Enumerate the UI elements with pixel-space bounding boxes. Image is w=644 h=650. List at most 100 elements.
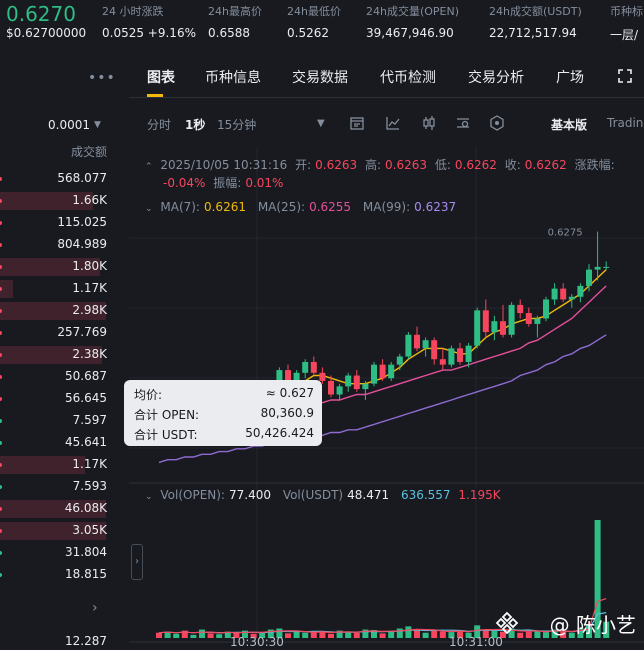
trade-row: 45.641 — [0, 432, 119, 452]
collapse-caret-icon[interactable]: ⌄ — [145, 492, 153, 502]
tradingview-toggle[interactable]: Tradin — [607, 116, 643, 130]
trade-amount: 257.769 — [57, 325, 107, 339]
volume-bar — [422, 632, 429, 638]
tab-coin-info[interactable]: 币种信息 — [205, 67, 261, 87]
trade-amount: 568.077 — [57, 171, 107, 185]
side-dot — [0, 419, 2, 423]
candlestick-icon[interactable] — [421, 115, 437, 131]
volume-bar — [396, 628, 403, 638]
settings-sliders-icon[interactable] — [455, 115, 471, 131]
trade-row: 257.769 — [0, 322, 119, 342]
trade-amount: 1.66K — [72, 193, 107, 207]
trade-amount: 3.05K — [72, 523, 107, 537]
tab-trade-data[interactable]: 交易数据 — [292, 67, 348, 87]
side-dot — [0, 551, 2, 555]
candle-body — [534, 318, 541, 324]
volume-bar — [439, 631, 446, 638]
trade-row: 115.025 — [0, 212, 119, 232]
interval-15m[interactable]: 15分钟 — [217, 116, 256, 133]
watermark-author: @ 陈小艺 — [549, 613, 636, 637]
candle-body — [388, 364, 395, 379]
candle-body — [353, 375, 360, 390]
basic-version-toggle[interactable]: 基本版 — [551, 116, 587, 133]
trade-amount: 50.687 — [65, 369, 107, 383]
candle-body — [568, 296, 575, 300]
chevron-down-icon[interactable]: ▼ — [94, 120, 101, 130]
trade-amount: 45.641 — [65, 435, 107, 449]
candle-body — [560, 288, 567, 300]
volume-bar — [190, 634, 197, 638]
volume-bar — [199, 629, 205, 638]
interval-1s[interactable]: 1秒 — [185, 116, 205, 133]
range-summary-tooltip: 均价: ≈ 0.627 合计 OPEN: 80,360.9 合计 USDT: 5… — [124, 380, 322, 446]
trade-row: 1.17K — [0, 454, 119, 474]
candle-body — [482, 310, 489, 333]
side-dot — [0, 573, 2, 577]
chevron-right-icon[interactable]: › — [92, 600, 98, 616]
candle-body — [319, 372, 326, 381]
tab-trade-analysis[interactable]: 交易分析 — [468, 67, 524, 87]
volume-bar — [207, 633, 214, 638]
candle-body — [586, 269, 592, 286]
candle-body — [525, 313, 532, 324]
candle-body — [500, 321, 506, 335]
expand-icon[interactable] — [617, 68, 633, 84]
indicator-icon[interactable] — [349, 115, 365, 131]
side-dot — [0, 243, 2, 247]
time-axis-label: 10:31:00 — [449, 635, 503, 649]
trade-row: 7.593 — [0, 476, 119, 496]
volume-bar — [319, 632, 326, 638]
candle-body — [336, 386, 343, 395]
chart-toolbar: 分时 1秒 15分钟 ▼ 基本版 Tradin — [129, 98, 644, 146]
volume-bar — [353, 632, 360, 638]
side-dot — [0, 221, 2, 225]
trades-panel: ••• 0.0001 ▼ 成交额 568.077 1.66K 115.025 804.… — [0, 56, 119, 650]
volume-bar — [216, 634, 223, 638]
tab-square[interactable]: 广场 — [556, 67, 584, 87]
trade-row: 1.66K — [0, 190, 119, 210]
trade-row: 1.17K — [0, 278, 119, 298]
trade-row: 1.80K — [0, 256, 119, 276]
ma-info: ⌄ MA(7): 0.6261 MA(25): 0.6255 MA(99): 0.62… — [145, 200, 457, 214]
precision-select[interactable]: 0.0001 — [48, 118, 90, 132]
trade-row: 804.989 — [0, 234, 119, 254]
volume-bar — [285, 633, 291, 638]
side-dot — [0, 485, 2, 489]
candle-body — [594, 266, 601, 270]
interval-timeline[interactable]: 分时 — [147, 116, 171, 133]
trade-amount: 7.597 — [72, 413, 107, 427]
tab-chart[interactable]: 图表 — [147, 67, 175, 87]
candle-body — [362, 383, 369, 390]
volume-bar — [414, 630, 420, 638]
more-icon[interactable]: ••• — [88, 70, 116, 86]
volume-bar — [379, 633, 386, 638]
trade-amount: 56.645 — [65, 391, 107, 405]
column-header-amount: 成交额 — [70, 145, 107, 159]
volume-ma-line — [158, 612, 607, 634]
candle-body — [474, 310, 481, 346]
volume-bar — [293, 631, 300, 638]
trade-amount: 7.593 — [72, 479, 107, 493]
trade-amount: 1.17K — [72, 281, 107, 295]
line-chart-icon[interactable] — [385, 115, 401, 131]
volume-bar — [543, 632, 549, 638]
side-dot — [0, 375, 2, 379]
trade-amount: 1.80K — [72, 259, 107, 273]
candle-body — [371, 364, 377, 384]
hexagon-icon[interactable] — [489, 115, 505, 131]
interval-dropdown-icon[interactable]: ▼ — [317, 118, 325, 129]
volume-ma-line-2 — [158, 598, 607, 634]
trade-row: 7.597 — [0, 410, 119, 430]
side-panel-toggle[interactable]: › — [131, 544, 143, 580]
collapse-caret-icon[interactable]: ⌃ — [145, 162, 153, 172]
trade-row: 568.077 — [0, 168, 119, 188]
trade-row: 18.815 — [0, 564, 119, 584]
trade-amount: 31.804 — [65, 545, 107, 559]
trade-row: 56.645 — [0, 388, 119, 408]
tab-token-check[interactable]: 代币检测 — [380, 67, 436, 87]
collapse-caret-icon[interactable]: ⌄ — [145, 204, 153, 214]
volume-bar — [156, 632, 162, 638]
volume-bar — [525, 631, 532, 638]
tab-bar: 图表 币种信息 交易数据 代币检测 交易分析 广场 — [129, 56, 644, 98]
candle-body — [577, 285, 584, 297]
